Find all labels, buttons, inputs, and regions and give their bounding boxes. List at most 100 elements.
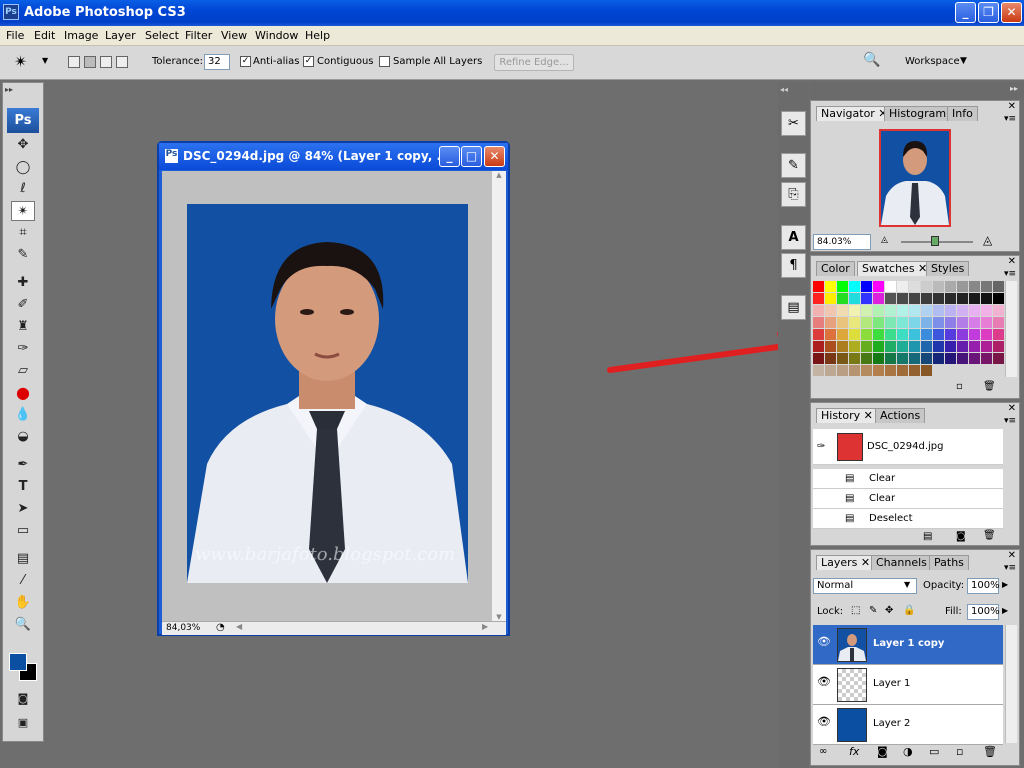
color-swatch[interactable] <box>921 281 932 292</box>
color-swatch[interactable] <box>945 317 956 328</box>
dock-expand-icon[interactable]: ◂◂ <box>780 85 788 94</box>
eyedropper-tool-icon[interactable]: ⁄ <box>11 571 35 591</box>
dock-collapse-icon[interactable]: ▸▸ <box>1010 84 1018 93</box>
color-swatch[interactable] <box>873 305 884 316</box>
workspace-chevron-icon[interactable]: ▼ <box>960 56 967 66</box>
lock-image-icon[interactable]: ✎ <box>869 605 877 616</box>
magic-wand-icon[interactable]: ✴ <box>14 52 27 71</box>
brush-tool-icon[interactable]: ✐ <box>11 295 35 315</box>
anti-alias-checkbox[interactable]: ✓ <box>240 56 251 67</box>
eraser-tool-icon[interactable]: ▱ <box>11 361 35 381</box>
color-swatch[interactable] <box>861 305 872 316</box>
navigator-thumbnail[interactable] <box>879 129 951 227</box>
tolerance-input[interactable]: 32 <box>204 54 230 70</box>
layers-panel-close-icon[interactable]: ✕ <box>1008 550 1016 561</box>
color-swatch[interactable] <box>837 341 848 352</box>
color-swatch[interactable] <box>825 329 836 340</box>
color-swatch[interactable] <box>837 305 848 316</box>
slice-tool-icon[interactable]: ✎ <box>11 245 35 265</box>
history-item[interactable]: ▤ Deselect <box>813 509 1003 529</box>
lock-transparent-icon[interactable]: ⬚ <box>851 605 860 616</box>
menu-select[interactable]: Select <box>145 29 179 42</box>
color-swatch[interactable] <box>981 293 992 304</box>
layer-comps-icon[interactable]: ▤ <box>781 295 806 320</box>
color-swatch[interactable] <box>957 353 968 364</box>
layers-panel-menu-icon[interactable]: ▾≡ <box>1004 563 1016 573</box>
color-swatch[interactable] <box>909 341 920 352</box>
color-swatch[interactable] <box>909 353 920 364</box>
paragraph-icon[interactable]: ¶ <box>781 253 806 278</box>
character-icon[interactable]: A <box>781 225 806 250</box>
color-swatch[interactable] <box>825 341 836 352</box>
color-swatch[interactable] <box>909 305 920 316</box>
marquee-tool-icon[interactable]: ◯ <box>11 158 35 178</box>
add-selection-icon[interactable] <box>84 56 96 68</box>
blend-mode-select[interactable]: Normal <box>813 578 917 594</box>
color-swatch[interactable] <box>885 293 896 304</box>
color-swatch[interactable] <box>837 293 848 304</box>
color-swatch[interactable] <box>897 353 908 364</box>
layer-name[interactable]: Layer 1 copy <box>873 638 944 649</box>
gradient-tool-icon[interactable]: ● <box>11 383 35 403</box>
adjustment-layer-icon[interactable]: ◑ <box>903 745 913 758</box>
color-swatch[interactable] <box>825 293 836 304</box>
tab-history[interactable]: History ✕ <box>816 408 878 423</box>
new-snapshot-icon[interactable]: ◙ <box>956 531 966 542</box>
color-swatch[interactable] <box>849 281 860 292</box>
color-swatch[interactable] <box>993 341 1004 352</box>
color-swatch[interactable] <box>993 317 1004 328</box>
color-swatch[interactable] <box>897 281 908 292</box>
color-swatch[interactable] <box>993 281 1004 292</box>
swatches-scrollbar[interactable] <box>1005 281 1017 377</box>
color-swatch[interactable] <box>837 365 848 376</box>
color-swatch[interactable] <box>885 305 896 316</box>
color-swatch[interactable] <box>969 281 980 292</box>
color-swatch[interactable] <box>861 281 872 292</box>
color-swatch[interactable] <box>909 365 920 376</box>
color-swatch[interactable] <box>933 305 944 316</box>
doc-maximize-button[interactable]: □ <box>461 146 482 167</box>
tab-styles[interactable]: Styles <box>926 261 969 276</box>
document-canvas[interactable]: www.barjafoto.blogspot.com <box>162 171 492 621</box>
color-swatch[interactable] <box>849 329 860 340</box>
color-swatch[interactable] <box>897 365 908 376</box>
color-swatch[interactable] <box>813 353 824 364</box>
color-swatch[interactable] <box>849 305 860 316</box>
color-swatch[interactable] <box>837 281 848 292</box>
menu-view[interactable]: View <box>221 29 247 42</box>
color-swatch[interactable] <box>837 317 848 328</box>
history-snapshot-row[interactable]: ✑ DSC_0294d.jpg <box>813 429 1003 465</box>
color-swatch[interactable] <box>981 305 992 316</box>
color-swatch[interactable] <box>813 305 824 316</box>
layer-row[interactable]: 👁 Layer 1 <box>813 665 1003 705</box>
color-swatch[interactable] <box>813 281 824 292</box>
shape-tool-icon[interactable]: ▭ <box>11 521 35 541</box>
tab-info[interactable]: Info <box>947 106 978 121</box>
fill-slider-icon[interactable]: ▶ <box>1002 606 1008 615</box>
tab-histogram[interactable]: Histogram <box>884 106 951 121</box>
document-zoom-field[interactable]: 84,03% <box>166 623 200 633</box>
navigator-panel-menu-icon[interactable]: ▾≡ <box>1004 114 1016 124</box>
history-panel-menu-icon[interactable]: ▾≡ <box>1004 416 1016 426</box>
delete-state-icon[interactable]: 🗑 <box>983 530 996 541</box>
doc-close-button[interactable]: ✕ <box>484 146 505 167</box>
color-swatch[interactable] <box>957 317 968 328</box>
color-swatch[interactable] <box>813 341 824 352</box>
zoom-out-icon[interactable]: ◬ <box>881 235 888 245</box>
color-swatch[interactable] <box>921 305 932 316</box>
color-swatch[interactable] <box>861 329 872 340</box>
menu-layer[interactable]: Layer <box>105 29 136 42</box>
color-swatch[interactable] <box>825 353 836 364</box>
layer-name[interactable]: Layer 1 <box>873 678 910 689</box>
color-swatch[interactable] <box>837 353 848 364</box>
color-swatch[interactable] <box>897 293 908 304</box>
color-swatch[interactable] <box>861 293 872 304</box>
color-swatch[interactable] <box>873 329 884 340</box>
document-vertical-scrollbar[interactable]: ▲ ▼ <box>492 171 506 621</box>
color-swatch[interactable] <box>993 353 1004 364</box>
color-swatch[interactable] <box>933 281 944 292</box>
color-swatch[interactable] <box>957 281 968 292</box>
layer-name[interactable]: Layer 2 <box>873 718 910 729</box>
swatches-panel-close-icon[interactable]: ✕ <box>1008 256 1016 267</box>
color-swatch[interactable] <box>993 305 1004 316</box>
